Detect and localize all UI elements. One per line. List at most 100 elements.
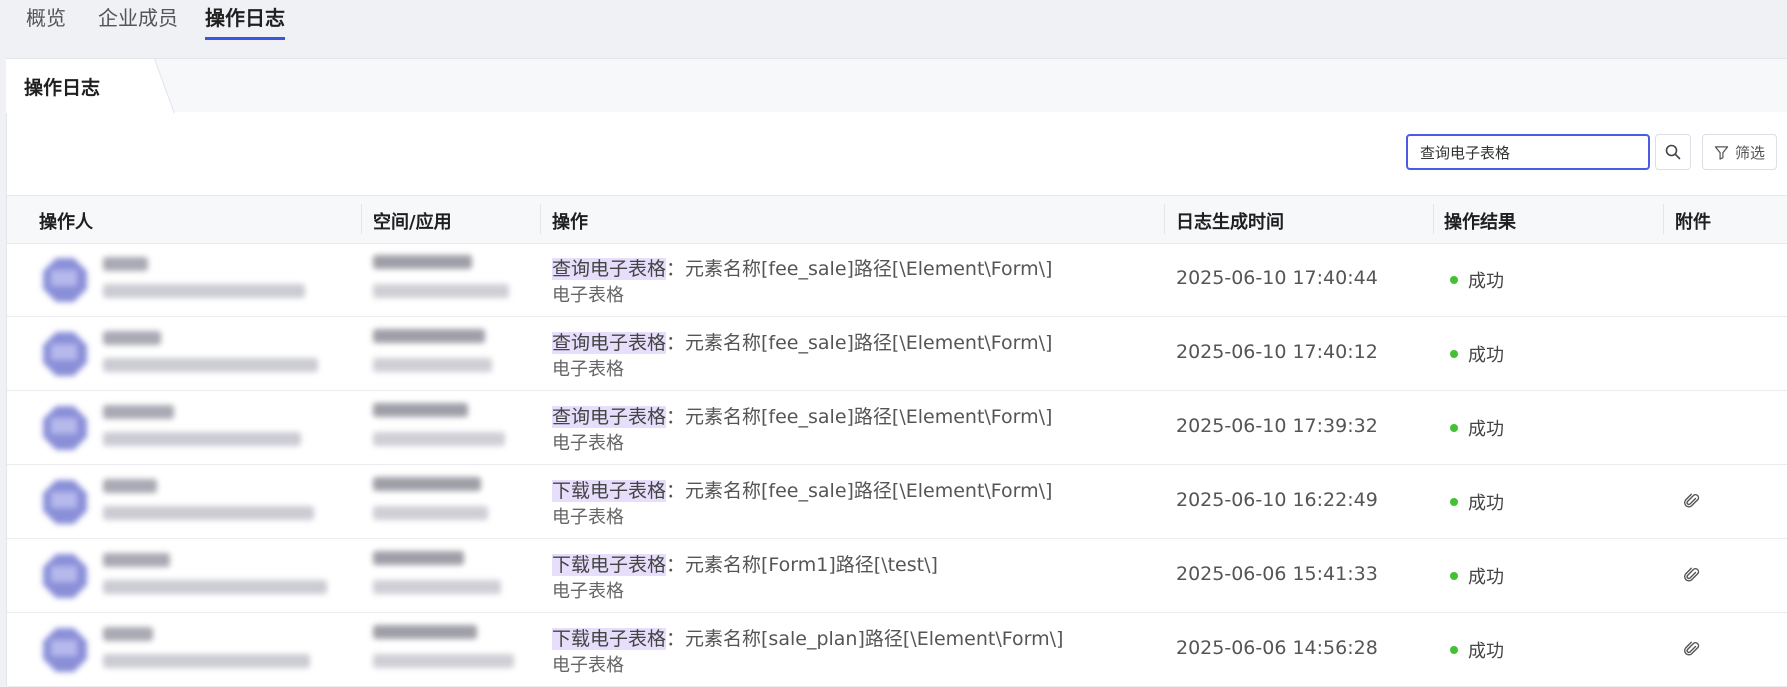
operation-detail: 查询电子表格：元素名称[fee_sale]路径[\Element\Form\] — [552, 402, 1052, 429]
status-text: 成功 — [1468, 493, 1504, 514]
avatar — [39, 254, 91, 306]
operation-type: 电子表格 — [552, 581, 624, 602]
status-dot — [1450, 646, 1458, 654]
paperclip-icon[interactable] — [1683, 492, 1701, 510]
operation-action: 下载电子表格 — [552, 480, 667, 502]
redacted-operator — [103, 432, 301, 446]
status-dot — [1450, 498, 1458, 506]
operation-type: 电子表格 — [552, 359, 624, 380]
redacted-space — [373, 329, 485, 343]
avatar — [39, 328, 91, 380]
redacted-operator — [103, 654, 310, 668]
operation-action: 下载电子表格 — [552, 628, 667, 650]
operation-path: ：元素名称[fee_sale]路径[\Element\Form\] — [666, 332, 1053, 354]
search-button[interactable] — [1655, 134, 1691, 170]
table-row[interactable]: 查询电子表格：元素名称[fee_sale]路径[\Element\Form\] 电… — [7, 391, 1787, 465]
redacted-space — [373, 551, 464, 565]
status-text: 成功 — [1468, 271, 1504, 292]
operation-action: 下载电子表格 — [552, 554, 667, 576]
operation-action: 查询电子表格 — [552, 406, 667, 428]
operation-action: 查询电子表格 — [552, 332, 667, 354]
col-attachment: 附件 — [1675, 212, 1711, 233]
operation-type: 电子表格 — [552, 433, 624, 454]
status-text: 成功 — [1468, 641, 1504, 662]
operation-path: ：元素名称[Form1]路径[\test\] — [666, 554, 938, 576]
redacted-operator — [103, 257, 148, 271]
avatar — [39, 402, 91, 454]
redacted-space — [373, 625, 477, 639]
filter-button[interactable]: 筛选 — [1702, 134, 1777, 170]
top-nav: 概览 企业成员 操作日志 — [0, 0, 1787, 40]
col-log-time: 日志生成时间 — [1176, 212, 1284, 233]
table-row[interactable]: 下载电子表格：元素名称[sale_plan]路径[\Element\Form\]… — [7, 613, 1787, 687]
status-text: 成功 — [1468, 345, 1504, 366]
operation-detail: 下载电子表格：元素名称[sale_plan]路径[\Element\Form\] — [552, 624, 1063, 651]
log-time: 2025-06-10 17:39:32 — [1176, 415, 1378, 437]
tab-overview[interactable]: 概览 — [26, 2, 66, 37]
redacted-operator — [103, 506, 314, 520]
status-badge: 成功 — [1450, 563, 1504, 589]
status-badge: 成功 — [1450, 415, 1504, 441]
col-separator — [361, 204, 362, 234]
panel-tabbar: 操作日志 — [6, 58, 1787, 114]
log-panel: 操作日志 筛选 操作人 空间/应用 操作 日志生成时间 操作结果 附件 查询电子… — [6, 58, 1787, 687]
redacted-space — [373, 477, 481, 491]
col-operator: 操作人 — [39, 212, 93, 233]
col-result: 操作结果 — [1444, 212, 1516, 233]
operation-path: ：元素名称[fee_sale]路径[\Element\Form\] — [666, 480, 1053, 502]
table-row[interactable]: 查询电子表格：元素名称[fee_sale]路径[\Element\Form\] 电… — [7, 317, 1787, 391]
operation-type: 电子表格 — [552, 285, 624, 306]
paperclip-icon[interactable] — [1683, 566, 1701, 584]
operation-path: ：元素名称[sale_plan]路径[\Element\Form\] — [666, 628, 1064, 650]
status-dot — [1450, 350, 1458, 358]
avatar — [39, 550, 91, 602]
operation-detail: 下载电子表格：元素名称[fee_sale]路径[\Element\Form\] — [552, 476, 1052, 503]
status-badge: 成功 — [1450, 489, 1504, 515]
col-separator — [1164, 204, 1165, 234]
log-time: 2025-06-06 14:56:28 — [1176, 637, 1378, 659]
redacted-space — [373, 255, 472, 269]
table-row[interactable]: 下载电子表格：元素名称[Form1]路径[\test\] 电子表格 2025-06-… — [7, 539, 1787, 613]
status-badge: 成功 — [1450, 267, 1504, 293]
operation-detail: 查询电子表格：元素名称[fee_sale]路径[\Element\Form\] — [552, 328, 1052, 355]
status-dot — [1450, 276, 1458, 284]
table-row[interactable]: 下载电子表格：元素名称[fee_sale]路径[\Element\Form\] 电… — [7, 465, 1787, 539]
tab-members[interactable]: 企业成员 — [98, 2, 178, 37]
col-separator — [1433, 204, 1434, 234]
status-badge: 成功 — [1450, 341, 1504, 367]
table-header: 操作人 空间/应用 操作 日志生成时间 操作结果 附件 — [7, 195, 1787, 244]
operation-detail: 下载电子表格：元素名称[Form1]路径[\test\] — [552, 550, 938, 577]
search-input[interactable] — [1420, 137, 1640, 167]
tab-operation-log[interactable]: 操作日志 — [205, 2, 285, 40]
status-text: 成功 — [1468, 567, 1504, 588]
panel-tab-operation-log[interactable]: 操作日志 — [6, 59, 174, 113]
redacted-space — [373, 358, 492, 372]
operation-path: ：元素名称[fee_sale]路径[\Element\Form\] — [666, 258, 1053, 280]
redacted-operator — [103, 553, 170, 567]
redacted-space — [373, 654, 514, 668]
log-time: 2025-06-10 17:40:44 — [1176, 267, 1378, 289]
redacted-space — [373, 580, 501, 594]
operation-type: 电子表格 — [552, 655, 624, 676]
col-separator — [1663, 204, 1664, 234]
operation-type: 电子表格 — [552, 507, 624, 528]
status-text: 成功 — [1468, 419, 1504, 440]
avatar — [39, 624, 91, 676]
log-time: 2025-06-10 16:22:49 — [1176, 489, 1378, 511]
paperclip-icon[interactable] — [1683, 640, 1701, 658]
panel-tab-label: 操作日志 — [24, 77, 101, 99]
table-row[interactable]: 查询电子表格：元素名称[fee_sale]路径[\Element\Form\] 电… — [7, 243, 1787, 317]
status-badge: 成功 — [1450, 637, 1504, 663]
filter-icon — [1714, 145, 1729, 160]
avatar — [39, 476, 91, 528]
search-icon — [1665, 144, 1681, 160]
redacted-operator — [103, 479, 157, 493]
col-separator — [540, 204, 541, 234]
redacted-space — [373, 403, 468, 417]
redacted-operator — [103, 405, 174, 419]
redacted-operator — [103, 284, 305, 298]
operation-action: 查询电子表格 — [552, 258, 667, 280]
search-box[interactable] — [1406, 134, 1650, 170]
col-space-app: 空间/应用 — [373, 212, 452, 233]
col-operation: 操作 — [552, 212, 588, 233]
